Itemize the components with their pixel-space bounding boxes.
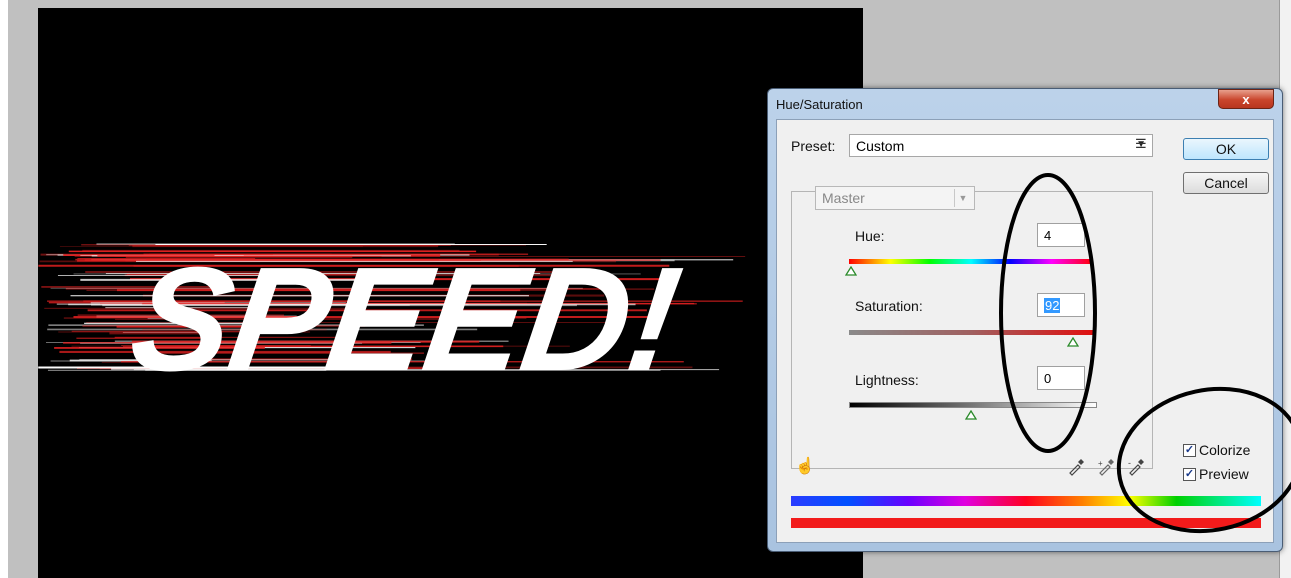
targeted-adjustment-icon[interactable]: ☝ [795, 456, 815, 476]
close-button[interactable]: x [1218, 89, 1274, 109]
svg-text:-: - [1128, 458, 1131, 468]
preset-dropdown[interactable]: Custom ▼ [849, 134, 1153, 157]
speed-text: SPEED! [122, 236, 690, 402]
colorize-checkbox-row[interactable]: ✓ Colorize [1183, 442, 1250, 458]
lightness-slider-track[interactable] [849, 402, 1097, 408]
saturation-label: Saturation: [855, 298, 923, 314]
hue-value: 4 [1044, 228, 1052, 243]
input-spectrum-bar [791, 496, 1261, 506]
lightness-input[interactable]: 0 [1037, 366, 1085, 390]
preview-checkbox[interactable]: ✓ [1183, 467, 1196, 481]
channel-value: Master [822, 190, 865, 206]
preset-value: Custom [856, 138, 905, 154]
close-icon: x [1242, 91, 1250, 107]
saturation-input[interactable]: 92 [1037, 293, 1085, 317]
preset-menu-icon[interactable]: ☰ [1135, 136, 1147, 152]
saturation-slider-track[interactable] [849, 330, 1093, 335]
lightness-value: 0 [1044, 371, 1052, 386]
preview-label: Preview [1199, 466, 1249, 482]
lightness-label: Lightness: [855, 372, 919, 388]
document-canvas[interactable]: SPEED! [38, 8, 863, 578]
hue-saturation-dialog: Hue/Saturation x Preset: Custom ▼ ☰ OK C… [767, 88, 1283, 552]
hue-label: Hue: [855, 228, 885, 244]
colorize-label: Colorize [1199, 442, 1251, 458]
speed-text-group: SPEED! [122, 236, 690, 402]
eyedropper-plus-icon[interactable]: + [1097, 458, 1115, 476]
dropdown-arrow-icon: ▼ [954, 189, 971, 207]
channel-dropdown[interactable]: Master ▼ [815, 186, 975, 210]
eyedropper-minus-icon[interactable]: - [1127, 458, 1145, 476]
ok-button[interactable]: OK [1183, 138, 1269, 160]
eyedropper-icon[interactable] [1067, 458, 1085, 476]
dialog-title: Hue/Saturation [776, 97, 863, 112]
preset-label: Preset: [791, 138, 836, 154]
dialog-body: Preset: Custom ▼ ☰ OK Cancel Master ▼ Hu… [776, 119, 1274, 543]
saturation-value: 92 [1044, 298, 1061, 313]
cancel-button[interactable]: Cancel [1183, 172, 1269, 194]
svg-text:+: + [1098, 459, 1103, 468]
left-panel-edge [0, 0, 8, 578]
hue-slider-track[interactable] [849, 259, 1093, 264]
colorize-checkbox[interactable]: ✓ [1183, 443, 1196, 457]
speed-artwork: SPEED! [38, 236, 746, 402]
hue-input[interactable]: 4 [1037, 223, 1085, 247]
output-spectrum-bar [791, 518, 1261, 528]
preview-checkbox-row[interactable]: ✓ Preview [1183, 466, 1249, 482]
